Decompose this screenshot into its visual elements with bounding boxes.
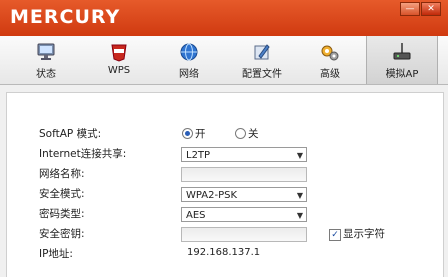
dropdown-arrow-icon: ▼ [296,211,303,220]
cipher-type-value: AES [186,210,206,221]
tab-status-label: 状态 [36,69,56,80]
ip-address-label: IP地址: [39,248,73,260]
router-icon [393,43,411,60]
tab-profiles-label: 配置文件 [242,69,282,80]
gears-icon [321,45,339,61]
cipher-type-select[interactable]: AES ▼ [181,207,307,222]
profile-icon [254,44,270,60]
network-name-label: 网络名称: [39,168,85,180]
security-mode-select[interactable]: WPA2-PSK ▼ [181,187,307,202]
internet-sharing-select[interactable]: L2TP ▼ [181,147,307,162]
tab-wps[interactable]: WPS [85,36,153,84]
cipher-type-label: 密码类型: [39,208,85,220]
internet-sharing-label: Internet连接共享: [39,148,127,160]
softap-off-radio[interactable] [235,128,246,139]
ip-address-value: 192.168.137.1 [187,247,261,258]
tab-network-label: 网络 [179,69,199,80]
softap-on-radio[interactable] [182,128,193,139]
security-key-label: 安全密钥: [39,228,85,240]
close-button[interactable]: ✕ [421,2,441,16]
tab-wps-label: WPS [107,65,131,76]
tab-profiles[interactable]: 配置文件 [228,36,296,84]
security-mode-label: 安全模式: [39,188,85,200]
security-mode-value: WPA2-PSK [186,190,238,201]
internet-sharing-value: L2TP [186,150,211,161]
security-key-input[interactable] [181,227,307,242]
title-bar: MERCURY — ✕ [0,0,448,36]
monitor-icon [37,43,55,60]
show-chars-checkbox[interactable]: ✓ [329,229,341,241]
main-tab-bar: 状态 WPS 网络 配置文件 高级 模拟AP [0,36,448,85]
softap-settings-panel: SoftAP 模式: 开 关 Internet连接共享: L2TP ▼ 网络名称… [6,92,444,277]
tab-status[interactable]: 状态 [12,36,80,84]
dropdown-arrow-icon: ▼ [296,151,303,160]
minimize-button[interactable]: — [400,2,420,16]
globe-icon [180,43,198,61]
brand-logo: MERCURY [10,6,121,28]
show-chars-label: 显示字符 [343,228,385,240]
softap-on-label: 开 [195,128,206,140]
wps-badge-icon [111,44,127,62]
tab-network[interactable]: 网络 [155,36,223,84]
softap-off-label: 关 [248,128,259,140]
softap-mode-label: SoftAP 模式: [39,128,102,140]
tab-softap-label: 模拟AP [385,69,419,80]
network-name-input[interactable] [181,167,307,182]
dropdown-arrow-icon: ▼ [296,191,303,200]
tab-advanced-label: 高级 [320,69,340,80]
tab-softap[interactable]: 模拟AP [366,36,438,84]
tab-advanced[interactable]: 高级 [296,36,364,84]
